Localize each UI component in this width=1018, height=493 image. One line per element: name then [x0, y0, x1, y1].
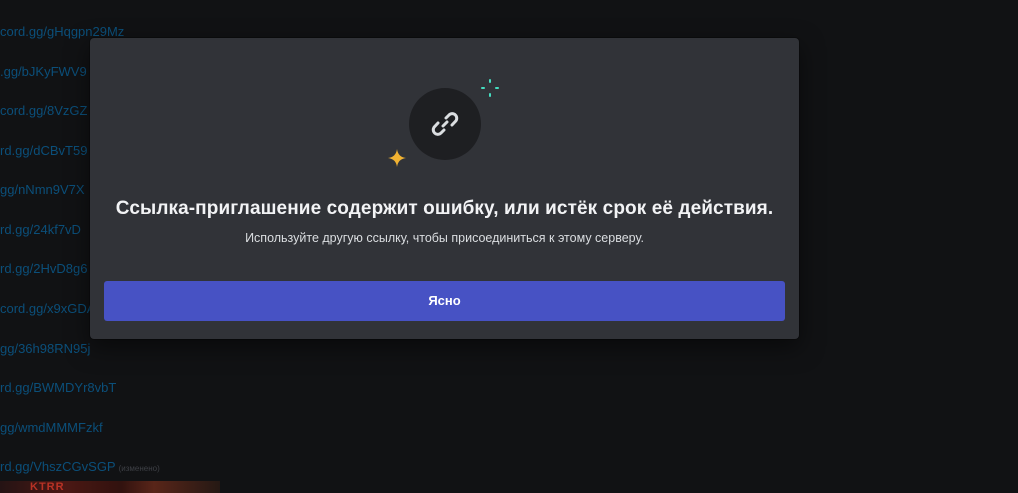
thumbnail-text: KTRR — [30, 481, 65, 493]
invite-link[interactable]: gg/wmdMMMFzkf — [0, 420, 103, 436]
invite-link[interactable]: rd.gg/24kf7vD — [0, 222, 81, 238]
invite-link[interactable]: gg/36h98RN95j — [0, 341, 90, 357]
invite-link-row: rd.gg/VhszCGvSGP (изменено) — [0, 459, 160, 477]
modal-subtitle: Используйте другую ссылку, чтобы присоед… — [245, 231, 644, 245]
invite-link[interactable]: cord.gg/8VzGZ — [0, 103, 87, 119]
modal-title: Ссылка-приглашение содержит ошибку, или … — [115, 198, 774, 219]
ok-button[interactable]: Ясно — [104, 281, 785, 321]
invite-link[interactable]: .gg/bJKyFWV9 — [0, 64, 87, 80]
invite-link[interactable]: rd.gg/VhszCGvSGP — [0, 459, 116, 474]
link-icon-circle — [409, 88, 481, 160]
invalid-invite-modal: Ссылка-приглашение содержит ошибку, или … — [90, 38, 799, 339]
invite-link[interactable]: gg/nNmn9V7X — [0, 182, 85, 198]
invite-link[interactable]: cord.gg/x9xGDA — [0, 301, 95, 317]
invite-link[interactable]: rd.gg/BWMDYr8vbT — [0, 380, 116, 396]
sparkle-icon — [388, 149, 406, 167]
invite-link[interactable]: rd.gg/2HvD8g6 — [0, 261, 87, 277]
sparkle-icon — [481, 79, 499, 97]
edited-label: (изменено) — [118, 464, 160, 473]
embed-thumbnail[interactable]: KTRR — [0, 481, 220, 493]
invite-link[interactable]: rd.gg/dCBvT59 — [0, 143, 87, 159]
link-icon — [431, 112, 459, 136]
